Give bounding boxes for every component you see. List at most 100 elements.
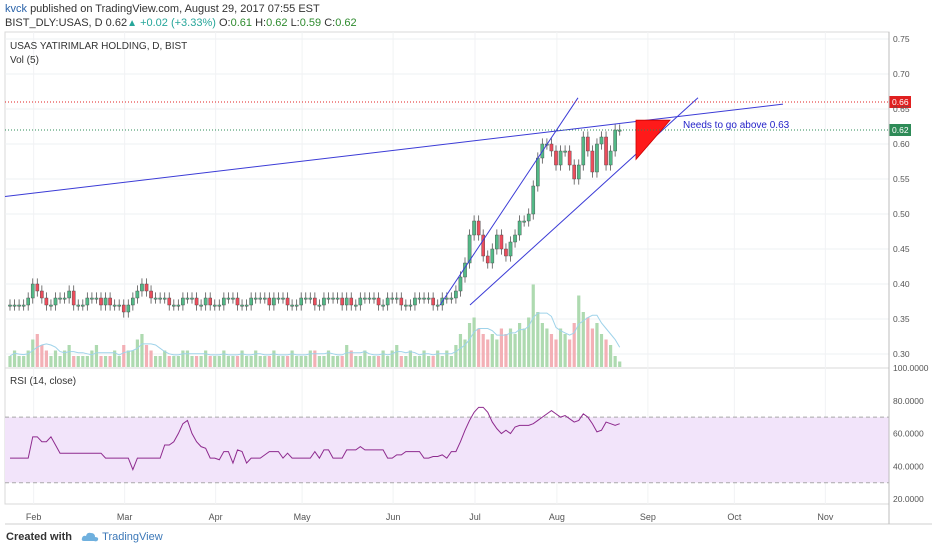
month-tick-label: Jul: [469, 512, 481, 522]
rsi-label: RSI (14, close): [10, 376, 76, 387]
candle-body: [435, 304, 440, 307]
candle-body: [231, 297, 235, 300]
candle-body: [194, 297, 199, 306]
volume-bar: [408, 350, 412, 367]
volume-bar: [135, 339, 139, 367]
candle-body: [576, 164, 581, 180]
volume-bar: [363, 350, 367, 367]
volume-bar: [81, 356, 85, 367]
volume-bar: [536, 312, 540, 367]
volume-bar: [508, 328, 513, 367]
price-tick-label: 0.65: [893, 104, 910, 114]
candle-body: [408, 304, 413, 307]
candle-body: [590, 150, 595, 173]
volume-bar: [90, 350, 94, 367]
candle-body: [508, 241, 513, 257]
candle-body: [121, 304, 126, 313]
volume-bar: [58, 356, 62, 367]
month-tick-label: Aug: [549, 512, 565, 522]
volume-bar: [490, 334, 494, 367]
volume-bar: [454, 345, 458, 367]
volume-bar: [272, 350, 276, 367]
candle-body: [285, 297, 290, 306]
volume-bar: [172, 356, 176, 367]
candle-body: [276, 297, 281, 300]
rsi-tick-label: 20.0000: [893, 494, 924, 504]
volume-bar: [417, 356, 422, 367]
volume-bar: [167, 356, 171, 367]
volume-bar: [313, 350, 317, 367]
candle-body: [404, 304, 408, 307]
published-text: published on TradingView.com, August 29,…: [30, 3, 320, 15]
candle-body: [363, 297, 367, 300]
candle-body: [454, 290, 458, 299]
volume-bar: [126, 350, 130, 367]
candle-body: [517, 220, 522, 236]
volume-bar: [85, 356, 89, 367]
candle-body: [586, 136, 590, 152]
volume-bar: [431, 356, 435, 367]
chart-canvas[interactable]: 0.660.62 0.750.700.650.600.550.500.450.4…: [0, 0, 932, 550]
volume-bar: [499, 328, 503, 367]
volume-bar: [217, 356, 221, 367]
price-tick-label: 0.45: [893, 244, 910, 254]
candle-body: [413, 297, 417, 306]
candle-body: [485, 255, 490, 264]
candle-body: [226, 297, 231, 300]
volume-bar: [213, 356, 217, 367]
candle-body: [12, 304, 17, 307]
month-tick-label: Feb: [26, 512, 42, 522]
candle-body: [26, 297, 31, 306]
close-value: 0.62: [335, 17, 357, 29]
volume-bar: [486, 339, 490, 367]
candle-body: [71, 290, 76, 306]
candle-body: [281, 297, 285, 300]
author-name[interactable]: kvck: [5, 3, 27, 15]
price-tick-label: 0.40: [893, 279, 910, 289]
candle-body: [35, 283, 40, 292]
volume-bar: [481, 334, 485, 367]
candle-body: [49, 304, 53, 307]
candle-body: [536, 157, 540, 187]
candle-body: [40, 290, 44, 299]
candle-body: [340, 297, 344, 306]
volume-bar: [194, 356, 199, 367]
volume-bar: [331, 356, 335, 367]
volume-bar: [345, 345, 349, 367]
volume-bar: [568, 339, 572, 367]
candle-body: [267, 297, 272, 306]
volume-bar: [558, 328, 563, 367]
volume-bar: [285, 356, 290, 367]
tradingview-cloud-icon: [81, 532, 99, 542]
volume-bar: [208, 356, 212, 367]
last-price: 0.62: [105, 17, 128, 29]
candle-body: [149, 290, 153, 299]
candle-body: [203, 297, 208, 306]
month-tick-label: Mar: [117, 512, 133, 522]
low-value: 0.59: [299, 17, 322, 29]
volume-bar: [40, 345, 44, 367]
open-label: O:: [218, 17, 231, 29]
rsi-tick-label: 60.0000: [893, 429, 924, 439]
created-with-text: Created with: [6, 531, 73, 543]
annotation-text[interactable]: Needs to go above 0.63: [683, 120, 790, 131]
volume-bar: [308, 350, 312, 367]
month-tick-label: Jun: [386, 512, 401, 522]
volume-bar: [144, 345, 149, 367]
volume-bar: [522, 328, 526, 367]
volume-bar: [613, 356, 617, 367]
symbol-label: BIST_DLY:USAS, D: [5, 17, 103, 29]
volume-bar: [590, 328, 594, 367]
price-tick-label: 0.55: [893, 174, 910, 184]
volume-bar: [99, 356, 103, 367]
tradingview-brand[interactable]: TradingView: [102, 531, 163, 543]
symbol-title-label: USAS YATIRIMLAR HOLDING, D, BIST: [10, 41, 187, 52]
volume-bar: [190, 356, 194, 367]
candle-body: [253, 297, 258, 300]
volume-bar: [117, 356, 121, 367]
volume-bar: [513, 334, 517, 367]
price-tick-label: 0.75: [893, 34, 910, 44]
candle-body: [349, 297, 354, 306]
candle-body: [94, 297, 99, 300]
volume-bar: [540, 323, 544, 367]
